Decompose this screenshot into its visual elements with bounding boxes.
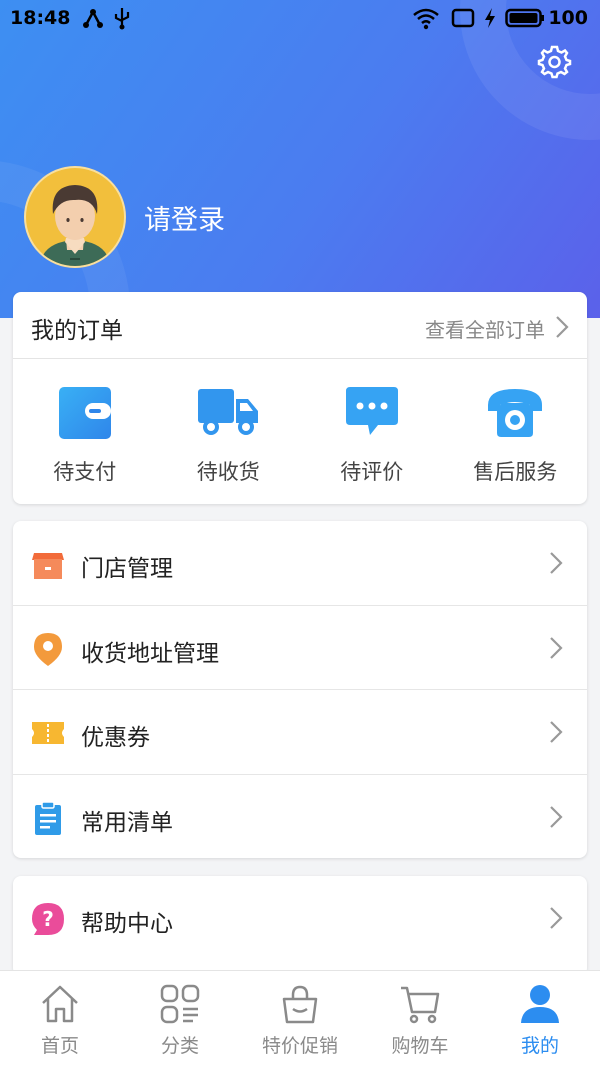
help-card: ? 帮助中心 xyxy=(13,876,587,976)
chevron-right-icon xyxy=(550,805,563,828)
chevron-right-icon xyxy=(550,636,563,659)
charging-icon xyxy=(485,8,495,28)
store-icon xyxy=(32,553,64,579)
share-icon xyxy=(83,9,103,28)
bag-icon xyxy=(282,985,318,1024)
orders-header[interactable]: 我的订单 查看全部订单 xyxy=(13,292,587,359)
truck-icon xyxy=(198,389,259,435)
bottom-tab-bar: 首页 分类 特价促销 购物车 我的 xyxy=(0,970,600,1067)
user-icon xyxy=(521,985,559,1023)
login-link[interactable]: 请登录 xyxy=(144,198,225,237)
status-bar: 18:48 100 xyxy=(0,0,600,38)
profile-header xyxy=(0,0,600,318)
menu-item-coupons[interactable]: 优惠券 xyxy=(13,690,587,775)
user-avatar-icon xyxy=(40,185,110,266)
order-after-sales[interactable]: 售后服务 xyxy=(444,359,588,504)
tab-label: 购物车 xyxy=(391,1035,449,1057)
screen-icon xyxy=(451,8,475,28)
cart-icon xyxy=(401,986,440,1024)
tab-label: 特价促销 xyxy=(261,1035,338,1057)
menu-item-label: 优惠券 xyxy=(81,725,150,751)
battery-level: 100 xyxy=(548,7,588,29)
battery-icon xyxy=(505,8,544,28)
menu-item-label: 收货地址管理 xyxy=(81,640,219,667)
order-pending-review[interactable]: 待评价 xyxy=(300,359,444,504)
menu-item-label: 常用清单 xyxy=(81,809,173,836)
tab-category[interactable]: 分类 xyxy=(120,971,240,1067)
chevron-right-icon xyxy=(550,721,563,743)
menu-item-address-management[interactable]: 收货地址管理 xyxy=(13,606,587,690)
location-pin-icon xyxy=(34,632,62,666)
order-item-label: 待支付 xyxy=(53,460,117,484)
menu-card: 门店管理 收货地址管理 优惠券 常用清单 xyxy=(13,521,587,858)
avatar[interactable] xyxy=(24,166,126,268)
order-item-label: 售后服务 xyxy=(473,460,558,484)
chevron-right-icon xyxy=(550,907,563,929)
orders-title: 我的订单 xyxy=(31,318,123,344)
tab-home[interactable]: 首页 xyxy=(0,971,120,1067)
tab-promotions[interactable]: 特价促销 xyxy=(240,971,360,1067)
menu-item-label: 帮助中心 xyxy=(81,911,173,937)
order-item-label: 待收货 xyxy=(196,460,260,484)
wifi-icon xyxy=(413,8,439,30)
menu-item-store-management[interactable]: 门店管理 xyxy=(13,521,587,606)
my-orders-card: 我的订单 查看全部订单 待支付 待收货 待评价 售后服务 xyxy=(13,292,587,504)
coupon-icon xyxy=(32,722,64,744)
category-icon xyxy=(160,984,200,1024)
help-icon: ? xyxy=(32,903,64,935)
order-pending-payment[interactable]: 待支付 xyxy=(13,359,157,504)
chevron-right-icon xyxy=(550,552,563,574)
status-time: 18:48 xyxy=(10,7,71,29)
chevron-right-icon xyxy=(556,316,569,338)
tab-label: 首页 xyxy=(40,1035,79,1057)
gear-icon[interactable] xyxy=(536,44,572,80)
tab-label: 分类 xyxy=(160,1035,199,1057)
menu-item-help-center[interactable]: ? 帮助中心 xyxy=(13,876,587,961)
tab-label: 我的 xyxy=(520,1035,559,1057)
tab-profile[interactable]: 我的 xyxy=(480,971,600,1067)
tab-cart[interactable]: 购物车 xyxy=(360,971,480,1067)
wallet-icon xyxy=(58,387,111,439)
menu-item-frequent-list[interactable]: 常用清单 xyxy=(13,775,587,859)
home-icon xyxy=(42,985,78,1023)
order-item-label: 待评价 xyxy=(340,460,404,484)
view-all-orders-link[interactable]: 查看全部订单 xyxy=(425,314,545,343)
order-pending-receipt[interactable]: 待收货 xyxy=(157,359,301,504)
usb-icon xyxy=(114,8,130,30)
menu-item-label: 门店管理 xyxy=(81,556,173,582)
svg-text:?: ? xyxy=(42,907,54,931)
comment-icon xyxy=(345,387,398,435)
phone-icon xyxy=(488,389,543,437)
clipboard-icon xyxy=(35,800,61,835)
